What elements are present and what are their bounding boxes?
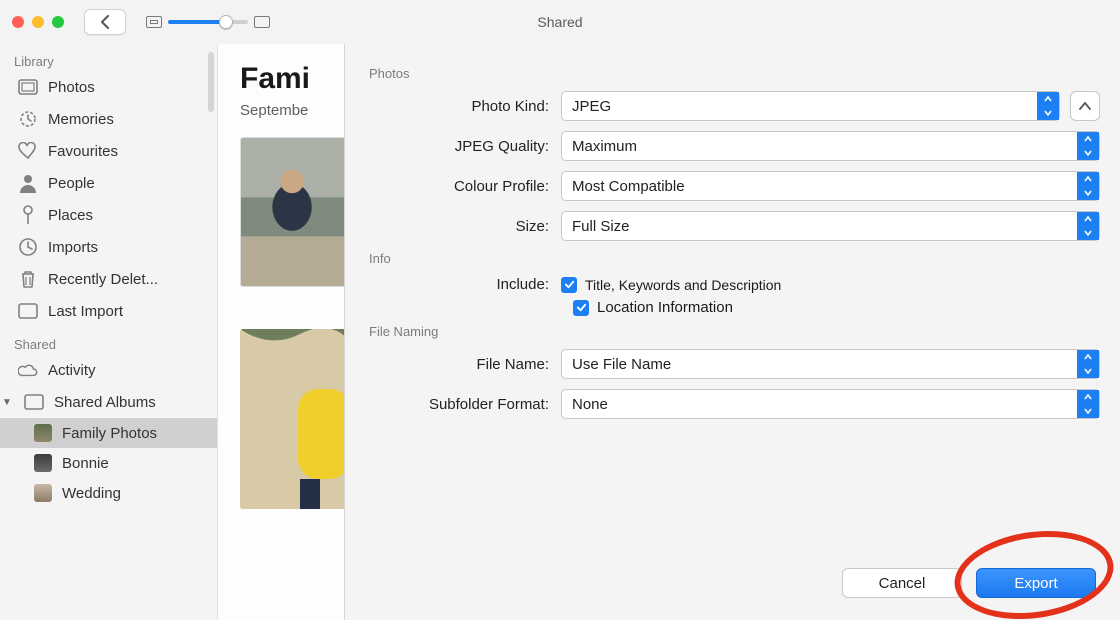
select-value: JPEG: [572, 98, 611, 115]
chevron-up-icon: [1079, 102, 1091, 110]
sidebar-item-label: Wedding: [62, 485, 121, 502]
select-value: None: [572, 396, 608, 413]
select-stepper-icon: [1077, 132, 1099, 160]
checkbox-label: Location Information: [597, 299, 733, 316]
sidebar-item-label: Photos: [48, 79, 95, 96]
sidebar-scrollbar[interactable]: [208, 52, 214, 112]
sidebar-item-photos[interactable]: Photos: [0, 71, 217, 103]
zoom-controls: [146, 16, 270, 28]
titlebar: Shared: [0, 0, 1120, 44]
select-value: Most Compatible: [572, 178, 685, 195]
sidebar-section-library: Library: [0, 44, 217, 71]
select-stepper-icon: [1077, 390, 1099, 418]
sidebar-item-label: Bonnie: [62, 455, 109, 472]
sidebar-album-family-photos[interactable]: Family Photos: [0, 418, 217, 448]
close-window-button[interactable]: [12, 16, 24, 28]
fullscreen-window-button[interactable]: [52, 16, 64, 28]
select-value: Maximum: [572, 138, 637, 155]
sidebar-album-wedding[interactable]: Wedding: [0, 478, 217, 508]
album-icon: [24, 392, 44, 412]
sidebar-item-label: Favourites: [48, 143, 118, 160]
sidebar-item-label: Activity: [48, 362, 96, 379]
pin-icon: [18, 205, 38, 225]
sidebar-item-label: Memories: [48, 111, 114, 128]
select-file-name[interactable]: Use File Name: [561, 349, 1100, 379]
photo-thumbnail[interactable]: [240, 329, 350, 509]
heart-icon: [18, 141, 38, 161]
sidebar-item-label: Last Import: [48, 303, 123, 320]
sidebar-item-label: Shared Albums: [54, 394, 156, 411]
checkbox-title-keywords[interactable]: [561, 277, 577, 293]
select-value: Full Size: [572, 218, 630, 235]
select-photo-kind[interactable]: JPEG: [561, 91, 1060, 121]
checkbox-location[interactable]: [573, 300, 589, 316]
album-thumbnail-icon: [34, 424, 52, 442]
export-button[interactable]: Export: [976, 568, 1096, 598]
export-sheet: Photos Photo Kind: JPEG JPEG Quality: Ma…: [344, 44, 1120, 620]
label-file-name: File Name:: [365, 356, 561, 373]
zoom-in-icon[interactable]: [254, 16, 270, 28]
sidebar-item-shared-albums[interactable]: ▼ Shared Albums: [0, 386, 217, 418]
select-colour-profile[interactable]: Most Compatible: [561, 171, 1100, 201]
label-jpeg-quality: JPEG Quality:: [365, 138, 561, 155]
sidebar-item-label: Recently Delet...: [48, 271, 158, 288]
select-value: Use File Name: [572, 356, 671, 373]
label-size: Size:: [365, 218, 561, 235]
photo-thumbnail[interactable]: [240, 137, 350, 287]
section-file-naming: File Naming: [369, 324, 1100, 339]
sidebar-item-favourites[interactable]: Favourites: [0, 135, 217, 167]
sidebar-item-recently-deleted[interactable]: Recently Delet...: [0, 263, 217, 295]
cloud-icon: [18, 360, 38, 380]
album-thumbnail-icon: [34, 454, 52, 472]
sidebar-item-label: Imports: [48, 239, 98, 256]
sidebar-item-last-import[interactable]: Last Import: [0, 295, 217, 327]
sidebar-item-activity[interactable]: Activity: [0, 354, 217, 386]
select-subfolder-format[interactable]: None: [561, 389, 1100, 419]
thumbnail-size-slider[interactable]: [168, 16, 248, 28]
select-size[interactable]: Full Size: [561, 211, 1100, 241]
clock-icon: [18, 237, 38, 257]
button-label: Export: [1014, 575, 1057, 592]
sidebar: Library Photos Memories Favourites Peopl…: [0, 44, 218, 620]
checkbox-label: Title, Keywords and Description: [585, 277, 781, 293]
section-info: Info: [369, 251, 1100, 266]
disclosure-triangle-icon[interactable]: ▼: [2, 397, 14, 408]
label-photo-kind: Photo Kind:: [365, 98, 561, 115]
button-label: Cancel: [879, 575, 926, 592]
back-button[interactable]: [84, 9, 126, 35]
select-stepper-icon: [1077, 212, 1099, 240]
label-subfolder-format: Subfolder Format:: [365, 396, 561, 413]
sidebar-album-bonnie[interactable]: Bonnie: [0, 448, 217, 478]
cancel-button[interactable]: Cancel: [842, 568, 962, 598]
sidebar-item-label: Family Photos: [62, 425, 157, 442]
select-jpeg-quality[interactable]: Maximum: [561, 131, 1100, 161]
memories-icon: [18, 109, 38, 129]
sidebar-item-memories[interactable]: Memories: [0, 103, 217, 135]
sidebar-section-shared: Shared: [0, 327, 217, 354]
trash-icon: [18, 269, 38, 289]
window-controls: [12, 16, 64, 28]
photos-icon: [18, 77, 38, 97]
select-stepper-icon: [1077, 172, 1099, 200]
import-icon: [18, 301, 38, 321]
select-stepper-icon: [1037, 92, 1059, 120]
zoom-out-icon[interactable]: [146, 16, 162, 28]
minimize-window-button[interactable]: [32, 16, 44, 28]
label-colour-profile: Colour Profile:: [365, 178, 561, 195]
chevron-left-icon: [100, 15, 110, 29]
person-icon: [18, 173, 38, 193]
album-thumbnail-icon: [34, 484, 52, 502]
collapse-toggle-button[interactable]: [1070, 91, 1100, 121]
sidebar-item-label: Places: [48, 207, 93, 224]
section-photos: Photos: [369, 66, 1100, 81]
sidebar-item-places[interactable]: Places: [0, 199, 217, 231]
select-stepper-icon: [1077, 350, 1099, 378]
label-include: Include:: [365, 276, 561, 293]
sidebar-item-imports[interactable]: Imports: [0, 231, 217, 263]
sidebar-item-people[interactable]: People: [0, 167, 217, 199]
sidebar-item-label: People: [48, 175, 95, 192]
